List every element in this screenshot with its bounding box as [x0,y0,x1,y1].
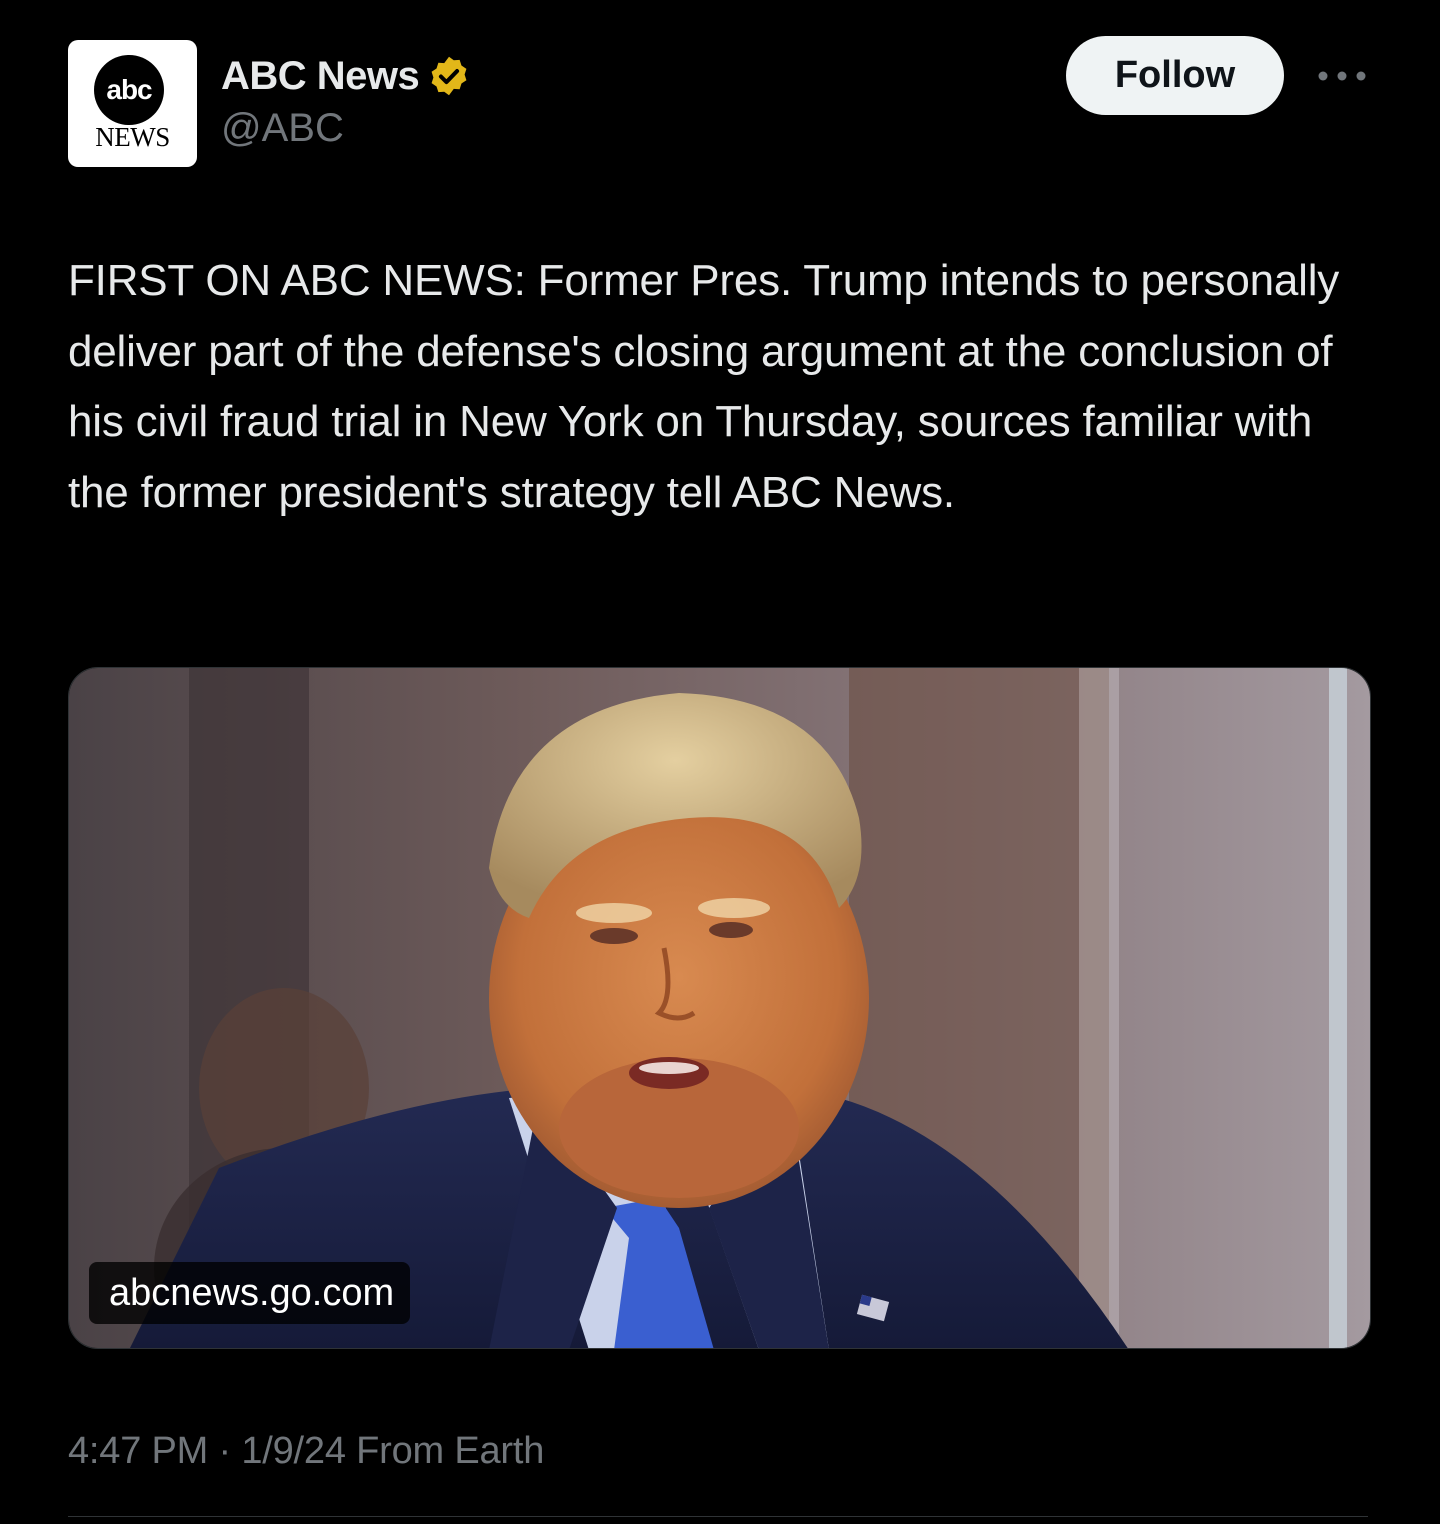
link-card-image [69,668,1370,1348]
tweet-date[interactable]: 1/9/24 [241,1430,346,1472]
abc-logo: abc [94,55,164,125]
link-domain: abcnews.go.com [89,1262,411,1324]
tweet-text: FIRST ON ABC NEWS: Former Pres. Trump in… [68,256,1340,517]
display-name-row[interactable]: ABC News [221,52,471,100]
verified-badge-icon [431,56,467,96]
abc-logo-news-text: NEWS [95,122,170,152]
avatar[interactable]: abc NEWS [68,40,197,167]
link-card[interactable]: abcnews.go.com [68,667,1371,1349]
tweet-source: From Earth [356,1430,545,1472]
display-name[interactable]: ABC News [221,54,420,99]
more-horizontal-icon[interactable] [1316,66,1368,86]
follow-button[interactable]: Follow [1066,36,1284,115]
handle[interactable]: @ABC [221,106,344,151]
meta-separator: · [218,1430,231,1472]
tweet-meta: 4:47 PM · 1/9/24 From Earth [68,1430,544,1473]
divider [68,1516,1368,1517]
tweet-time[interactable]: 4:47 PM [68,1430,208,1472]
